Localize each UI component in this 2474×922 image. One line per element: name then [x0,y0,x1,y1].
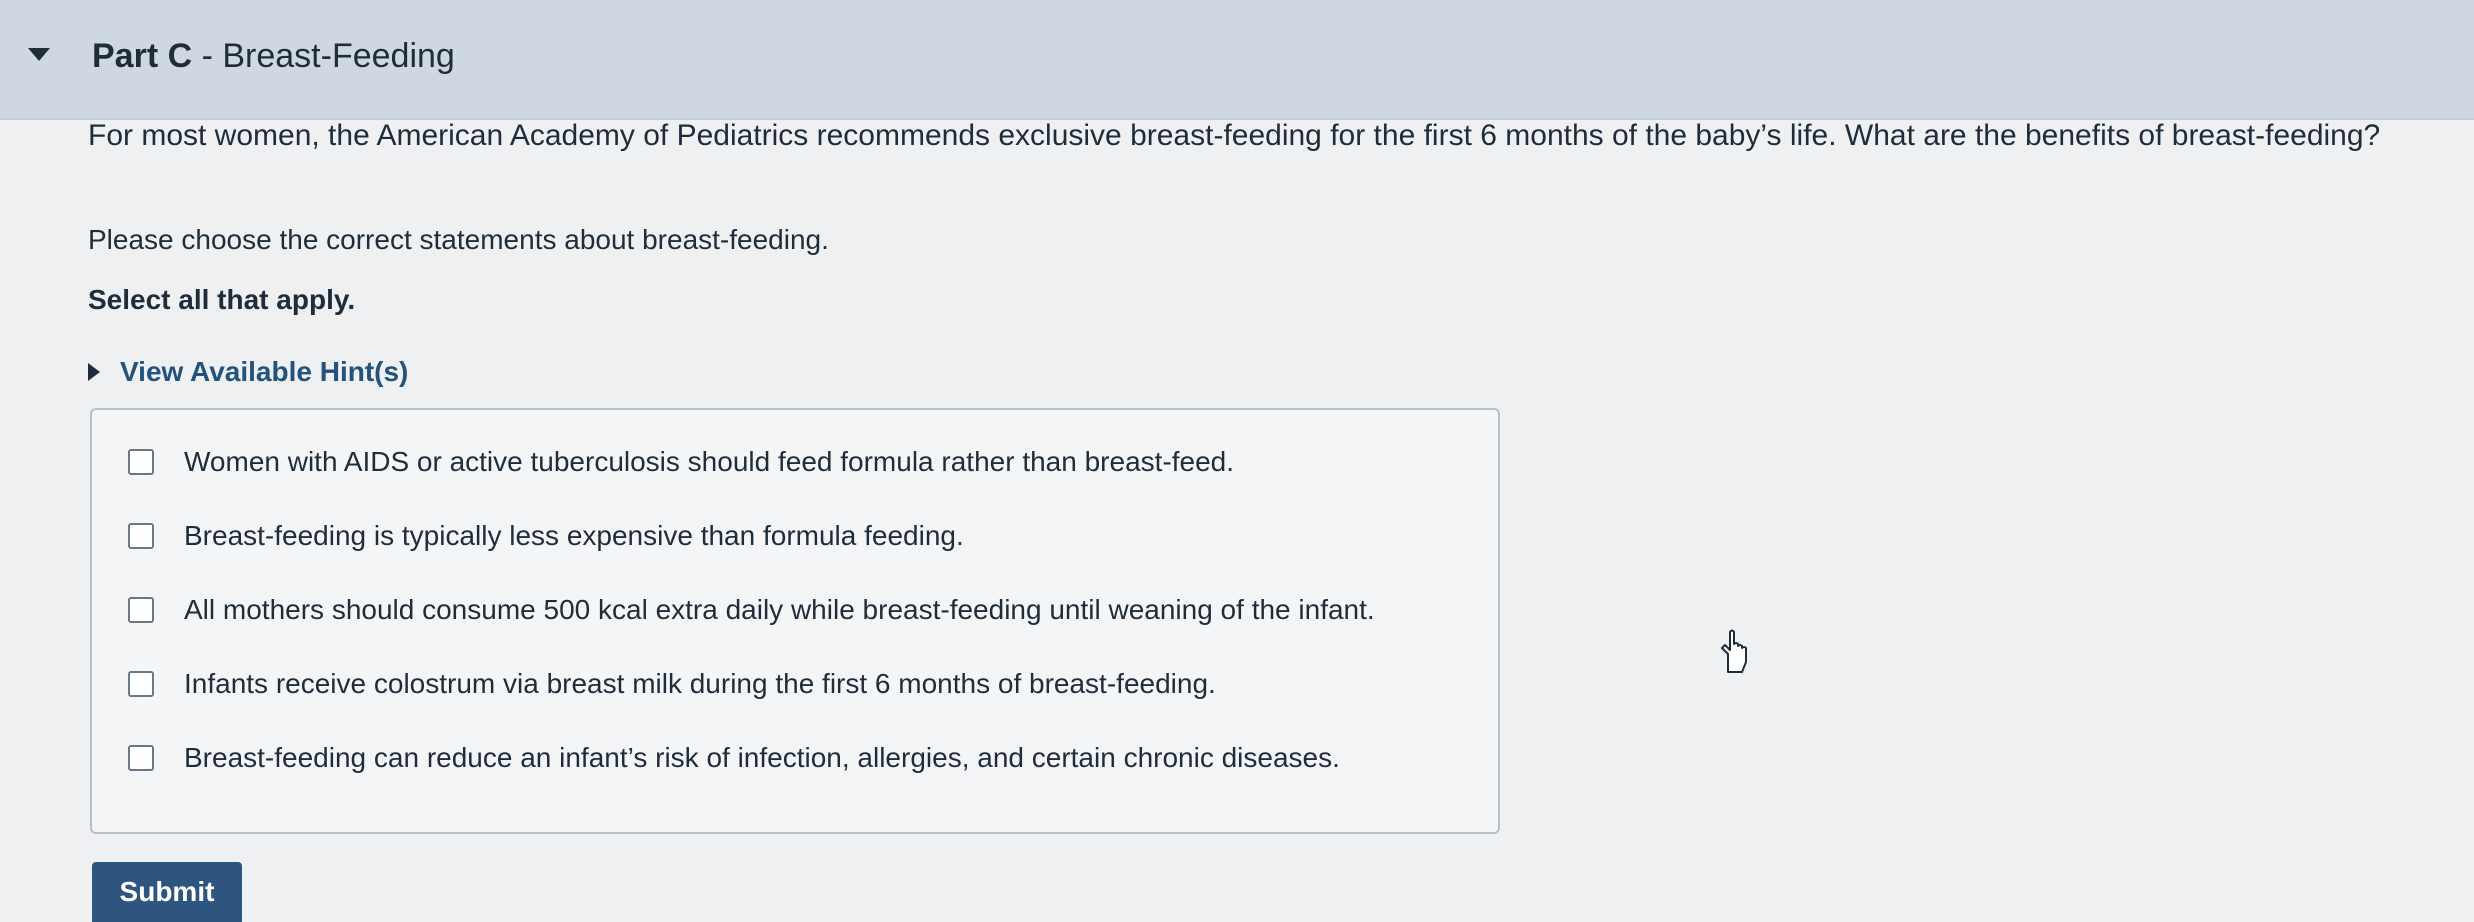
answer-options-box: Women with AIDS or active tuberculosis s… [90,408,1500,834]
caret-right-icon [88,363,100,381]
part-title-separator: - [192,37,223,75]
view-hints-label: View Available Hint(s) [120,356,409,387]
view-hints-toggle[interactable]: View Available Hint(s) [88,354,408,390]
option-label: Breast-feeding can reduce an infant’s ri… [184,742,1340,773]
part-title-text: Breast-Feeding [222,37,455,75]
hand-pointer-cursor-icon [1721,629,1747,673]
part-title: Part C - Breast-Feeding [92,36,455,76]
option-checkbox[interactable] [128,449,154,475]
option-label: Infants receive colostrum via breast mil… [184,668,1216,699]
option-label: Women with AIDS or active tuberculosis s… [184,446,1235,477]
select-all-instruction: Select all that apply. [88,284,356,315]
answer-option[interactable]: Women with AIDS or active tuberculosis s… [128,442,1234,482]
option-checkbox[interactable] [128,523,154,549]
part-header: Part C - Breast-Feeding [0,0,2474,120]
answer-option[interactable]: Infants receive colostrum via breast mil… [128,664,1216,704]
part-label: Part C [92,37,193,75]
answer-option[interactable]: Breast-feeding can reduce an infant’s ri… [128,738,1340,778]
option-checkbox[interactable] [128,745,154,771]
option-label: All mothers should consume 500 kcal extr… [184,594,1375,625]
collapse-arrow-icon[interactable] [28,48,50,61]
instruction-text: Please choose the correct statements abo… [88,224,829,255]
option-checkbox[interactable] [128,671,154,697]
answer-option[interactable]: Breast-feeding is typically less expensi… [128,516,964,556]
submit-button[interactable]: Submit [92,862,242,922]
answer-option[interactable]: All mothers should consume 500 kcal extr… [128,590,1375,630]
question-text: For most women, the American Academy of … [88,119,2381,152]
option-label: Breast-feeding is typically less expensi… [184,520,964,551]
option-checkbox[interactable] [128,597,154,623]
